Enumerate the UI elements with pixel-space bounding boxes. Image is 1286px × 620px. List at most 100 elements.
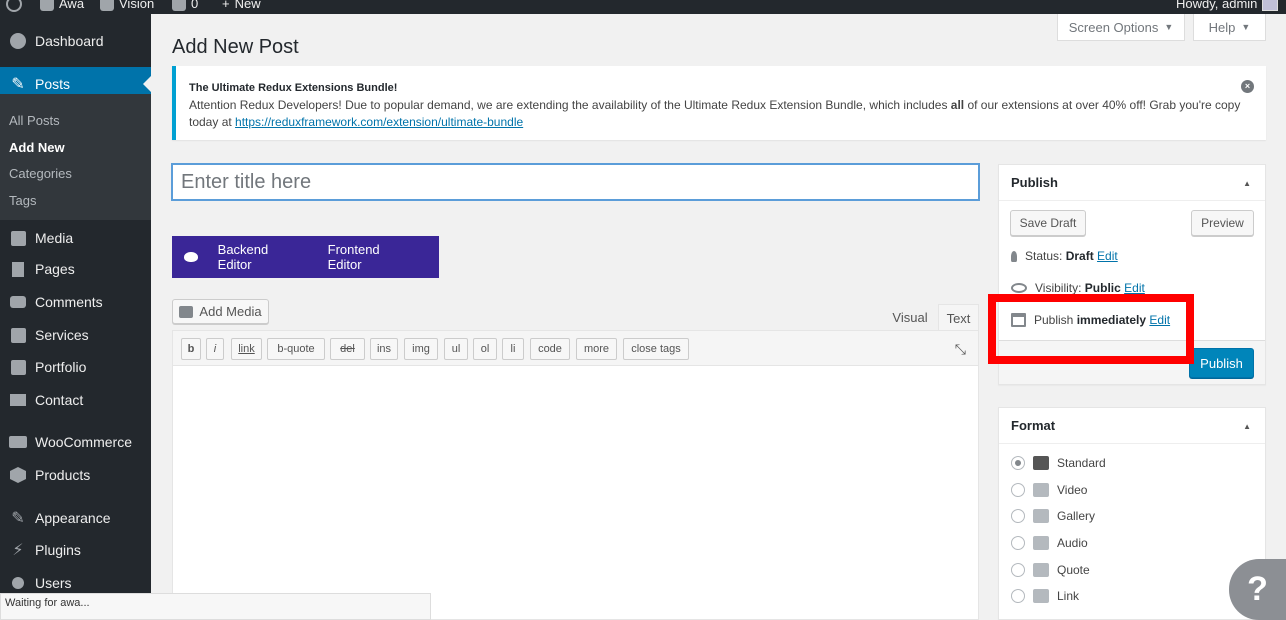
page-title: Add New Post (172, 36, 299, 58)
help-button[interactable]: Help ▼ (1193, 14, 1266, 41)
caret-down-icon: ▼ (1241, 22, 1251, 32)
format-option-video[interactable]: Video (1011, 483, 1087, 497)
portfolio-icon (8, 357, 28, 377)
comments-link[interactable]: 0 (172, 0, 198, 11)
qt-ol-button[interactable]: ol (473, 338, 497, 360)
radio-gallery[interactable] (1011, 509, 1025, 523)
pages-icon (8, 259, 28, 279)
quote-icon (1033, 563, 1049, 577)
content-editor: b i link b-quote del ins img ul ol li co… (172, 330, 979, 620)
frontend-editor-button[interactable]: Frontend Editor (328, 242, 415, 272)
composer-logo-icon (184, 252, 198, 262)
qt-italic-button[interactable]: i (206, 338, 224, 360)
vision-link[interactable]: Vision (100, 0, 154, 11)
comments-icon (8, 292, 28, 312)
qt-ins-button[interactable]: ins (370, 338, 398, 360)
menu-plugins[interactable]: ⚡ Plugins (0, 533, 151, 567)
edit-status-link[interactable]: Edit (1097, 249, 1118, 263)
media-icon (8, 228, 28, 248)
fullscreen-icon[interactable]: ⤡ (955, 341, 966, 358)
dashboard-icon (8, 31, 28, 51)
publish-box-header[interactable]: Publish ▲ (999, 165, 1265, 201)
radio-link[interactable] (1011, 589, 1025, 603)
menu-contact[interactable]: Contact (0, 383, 151, 417)
menu-portfolio[interactable]: Portfolio (0, 350, 151, 384)
preview-button[interactable]: Preview (1191, 210, 1254, 236)
post-status-row: Status: Draft Edit (1011, 249, 1118, 263)
tab-visual[interactable]: Visual (886, 304, 934, 331)
qt-more-button[interactable]: more (576, 338, 617, 360)
screen-options-button[interactable]: Screen Options ▼ (1057, 14, 1185, 41)
radio-standard[interactable] (1011, 456, 1025, 470)
home-icon (40, 0, 54, 11)
menu-appearance[interactable]: ✎ Appearance (0, 501, 151, 535)
submenu-categories[interactable]: Categories (9, 166, 72, 181)
gallery-icon (1033, 509, 1049, 523)
format-option-standard[interactable]: Standard (1011, 456, 1106, 470)
qt-del-button[interactable]: del (330, 338, 365, 360)
qt-link-button[interactable]: link (231, 338, 262, 360)
add-media-button[interactable]: Add Media (172, 299, 269, 324)
submenu-add-new[interactable]: Add New (9, 140, 65, 155)
format-option-gallery[interactable]: Gallery (1011, 509, 1095, 523)
notice-body: Attention Redux Developers! Due to popul… (189, 98, 1241, 129)
wordpress-icon (6, 0, 22, 12)
collapse-arrow-icon[interactable]: ▲ (1243, 422, 1251, 431)
menu-woocommerce[interactable]: WooCommerce (0, 425, 151, 459)
backend-editor-button[interactable]: Backend Editor (218, 242, 304, 272)
menu-products[interactable]: Products (0, 458, 151, 492)
site-name-link[interactable]: Awa (40, 0, 84, 11)
plus-icon: + (222, 0, 230, 11)
notice-link[interactable]: https://reduxframework.com/extension/ult… (235, 115, 523, 129)
media-icon (179, 305, 194, 318)
radio-audio[interactable] (1011, 536, 1025, 550)
submenu-all-posts[interactable]: All Posts (9, 113, 60, 128)
avatar (1262, 0, 1279, 11)
menu-comments[interactable]: Comments (0, 285, 151, 319)
save-draft-button[interactable]: Save Draft (1010, 210, 1086, 236)
collapse-arrow-icon[interactable]: ▲ (1243, 179, 1251, 188)
caret-down-icon: ▼ (1164, 22, 1174, 32)
pin-icon (1033, 456, 1049, 470)
help-question-icon[interactable]: ? (1229, 559, 1286, 620)
pin-icon (1011, 250, 1017, 262)
audio-icon (1033, 536, 1049, 550)
format-box: Format ▲ Standard Video Gallery Audio Qu… (998, 407, 1266, 620)
qt-close-tags-button[interactable]: close tags (623, 338, 689, 360)
qt-bold-button[interactable]: b (181, 338, 201, 360)
qt-bquote-button[interactable]: b-quote (267, 338, 325, 360)
wordpress-logo-link[interactable] (6, 0, 22, 12)
posts-submenu: All Posts Add New Categories Tags (0, 94, 151, 220)
format-option-quote[interactable]: Quote (1011, 563, 1090, 577)
tab-text[interactable]: Text (938, 304, 979, 331)
vision-icon (100, 0, 114, 11)
post-title-input[interactable] (172, 164, 979, 200)
qt-li-button[interactable]: li (502, 338, 524, 360)
format-option-link[interactable]: Link (1011, 589, 1079, 603)
radio-video[interactable] (1011, 483, 1025, 497)
browser-status-bar: Waiting for awa... (0, 593, 431, 620)
eye-icon (1011, 283, 1027, 293)
my-account-link[interactable]: Howdy, admin (1176, 0, 1279, 11)
qt-ul-button[interactable]: ul (444, 338, 468, 360)
edit-visibility-link[interactable]: Edit (1124, 281, 1145, 295)
publish-button[interactable]: Publish (1189, 348, 1254, 378)
format-option-audio[interactable]: Audio (1011, 536, 1088, 550)
plugins-icon: ⚡ (12, 542, 24, 559)
dismiss-icon[interactable]: × (1241, 80, 1254, 93)
menu-dashboard[interactable]: Dashboard (0, 24, 151, 58)
visibility-row: Visibility: Public Edit (1011, 281, 1145, 295)
menu-services[interactable]: Services (0, 318, 151, 352)
format-box-header[interactable]: Format ▲ (999, 408, 1265, 444)
menu-pages[interactable]: Pages (0, 252, 151, 286)
submenu-tags[interactable]: Tags (9, 193, 36, 208)
radio-quote[interactable] (1011, 563, 1025, 577)
envelope-icon (8, 390, 28, 410)
quicktags-toolbar: b i link b-quote del ins img ul ol li co… (173, 331, 978, 366)
redux-notice: The Ultimate Redux Extensions Bundle! At… (172, 66, 1266, 140)
menu-media[interactable]: Media (0, 221, 151, 255)
qt-code-button[interactable]: code (530, 338, 570, 360)
pin-icon: ✎ (11, 76, 25, 93)
qt-img-button[interactable]: img (404, 338, 438, 360)
new-content-link[interactable]: + New (222, 0, 261, 11)
